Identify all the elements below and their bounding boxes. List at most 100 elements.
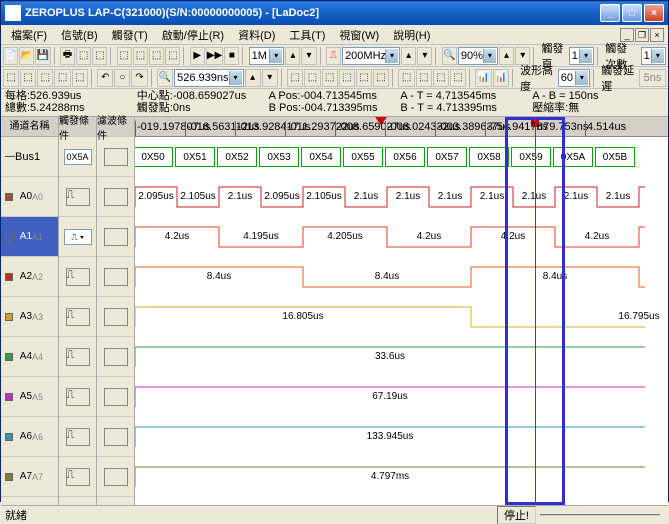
tool-btn-9[interactable]: ⬚ (149, 47, 164, 65)
save-button[interactable]: 💾 (35, 47, 50, 65)
tool-btn-4[interactable]: 🖶 (60, 47, 75, 65)
height-combo[interactable]: 60 (558, 69, 590, 87)
channel-a4[interactable]: A4 A4 (1, 337, 58, 377)
tool-btn-10[interactable]: ⬚ (165, 47, 180, 65)
t2-2[interactable]: ⬚ (20, 69, 36, 87)
t2-13[interactable]: ⬚ (356, 69, 372, 87)
filt-btn-a0[interactable] (104, 188, 128, 206)
t2-zoom[interactable]: 🔍 (157, 69, 173, 87)
sample-period-combo[interactable]: 526.939ns (174, 69, 243, 87)
menu-help[interactable]: 說明(H) (387, 25, 436, 45)
cond-btn-a5[interactable]: ⎍ (66, 388, 90, 406)
t2-4[interactable]: ⬚ (54, 69, 70, 87)
t2-9[interactable]: ⬚ (287, 69, 303, 87)
t2-7[interactable]: ○ (114, 69, 130, 87)
channel-a1[interactable]: A1 A1 (1, 217, 58, 257)
t2-16[interactable]: ⬚ (416, 69, 432, 87)
t2-11[interactable]: ⬚ (322, 69, 338, 87)
menu-tools[interactable]: 工具(T) (283, 25, 331, 45)
run-button[interactable]: ▶ (190, 47, 205, 65)
filt-btn-a1[interactable] (104, 228, 128, 246)
time-ruler[interactable]: -019.197807us-016.563112us-013.928417us-… (135, 117, 668, 137)
channel-a6[interactable]: A6 A6 (1, 417, 58, 457)
sp-dn[interactable]: ▾ (262, 69, 278, 87)
tool-btn-8[interactable]: ⬚ (133, 47, 148, 65)
freq-up[interactable]: ▴ (401, 47, 416, 65)
filt-btn-a5[interactable] (104, 388, 128, 406)
channel-a7[interactable]: A7 A7 (1, 457, 58, 497)
bus-value: 0X52 (217, 147, 257, 167)
t2-8[interactable]: ↷ (131, 69, 147, 87)
waveform-area[interactable]: -019.197807us-016.563112us-013.928417us-… (135, 117, 668, 505)
bus-filter-button[interactable] (104, 148, 128, 166)
cond-btn-a7[interactable]: ⎍ (66, 468, 90, 486)
signal-row-a6: 133.945us (135, 417, 668, 457)
menu-run[interactable]: 啟動/停止(R) (156, 25, 230, 45)
tool-btn-7[interactable]: ⬚ (117, 47, 132, 65)
signal-row-a5: 67.19us (135, 377, 668, 417)
t2-20[interactable]: 📊 (493, 69, 509, 87)
t2-6[interactable]: ↶ (97, 69, 113, 87)
menu-data[interactable]: 資料(D) (232, 25, 281, 45)
t2-19[interactable]: 📊 (475, 69, 491, 87)
timing-label: 67.19us (135, 391, 645, 402)
channel-a0[interactable]: A0 A0 (1, 177, 58, 217)
tool-btn-5[interactable]: ⬚ (76, 47, 91, 65)
cond-btn-a6[interactable]: ⎍ (66, 428, 90, 446)
new-button[interactable]: 📄 (3, 47, 18, 65)
zoom-icon[interactable]: 🔍 (442, 47, 457, 65)
mem-dn[interactable]: ▾ (301, 47, 316, 65)
clk-icon[interactable]: ⎍ (326, 47, 341, 65)
delay-button[interactable]: 5ns (639, 69, 666, 87)
t2-3[interactable]: ⬚ (37, 69, 53, 87)
t2-14[interactable]: ⬚ (373, 69, 389, 87)
channel-a5[interactable]: A5 A5 (1, 377, 58, 417)
t2-12[interactable]: ⬚ (339, 69, 355, 87)
filt-btn-a4[interactable] (104, 348, 128, 366)
t2-15[interactable]: ⬚ (398, 69, 414, 87)
menu-file[interactable]: 檔案(F) (5, 25, 53, 45)
filter-cond-column: 濾波條件 (97, 117, 135, 505)
zoom-up[interactable]: ▴ (499, 47, 514, 65)
menu-signal[interactable]: 信號(B) (55, 25, 104, 45)
minimize-button[interactable]: _ (600, 4, 620, 22)
cond-btn-a4[interactable]: ⎍ (66, 348, 90, 366)
sp-up[interactable]: ▴ (245, 69, 261, 87)
t2-5[interactable]: ⬚ (72, 69, 88, 87)
mdi-close-button[interactable]: × (650, 28, 664, 42)
timing-label: 33.6us (135, 351, 645, 362)
close-button[interactable]: × (644, 4, 664, 22)
stop-button[interactable]: ■ (224, 47, 239, 65)
mem-up[interactable]: ▴ (285, 47, 300, 65)
signal-row-a7: 4.797ms (135, 457, 668, 497)
filt-btn-a2[interactable] (104, 268, 128, 286)
filt-btn-a3[interactable] (104, 308, 128, 326)
t2-18[interactable]: ⬚ (450, 69, 466, 87)
channel-bus[interactable]: — Bus1 (1, 137, 58, 177)
cond-btn-a3[interactable]: ⎍ (66, 308, 90, 326)
filt-btn-a6[interactable] (104, 428, 128, 446)
t2-17[interactable]: ⬚ (433, 69, 449, 87)
menu-trigger[interactable]: 觸發(T) (106, 25, 154, 45)
mem-depth-combo[interactable]: 1M (249, 47, 285, 65)
cond-btn-a2[interactable]: ⎍ (66, 268, 90, 286)
menu-window[interactable]: 視窗(W) (333, 25, 385, 45)
bus-trigger-value[interactable]: 0X5A (64, 149, 92, 165)
t2-10[interactable]: ⬚ (304, 69, 320, 87)
signal-row-a2: 8.4us8.4us8.4us (135, 257, 668, 297)
filt-btn-a7[interactable] (104, 468, 128, 486)
run-fast-button[interactable]: ▶▶ (206, 47, 223, 65)
freq-combo[interactable]: 200MHz (342, 47, 400, 65)
channel-a2[interactable]: A2 A2 (1, 257, 58, 297)
cond-btn-a0[interactable]: ⎍ (66, 188, 90, 206)
cond-btn-a1[interactable]: ⎍ ▾ (64, 229, 92, 245)
trig-page-combo[interactable]: 1 (569, 47, 594, 65)
open-button[interactable]: 📂 (19, 47, 34, 65)
tool-btn-6[interactable]: ⬚ (92, 47, 107, 65)
t2-1[interactable]: ⬚ (3, 69, 19, 87)
zoom-combo[interactable]: 90% (458, 47, 498, 65)
channel-a3[interactable]: A3 A3 (1, 297, 58, 337)
freq-dn[interactable]: ▾ (417, 47, 432, 65)
maximize-button[interactable]: □ (622, 4, 642, 22)
trig-count-combo[interactable]: 1 (641, 47, 666, 65)
